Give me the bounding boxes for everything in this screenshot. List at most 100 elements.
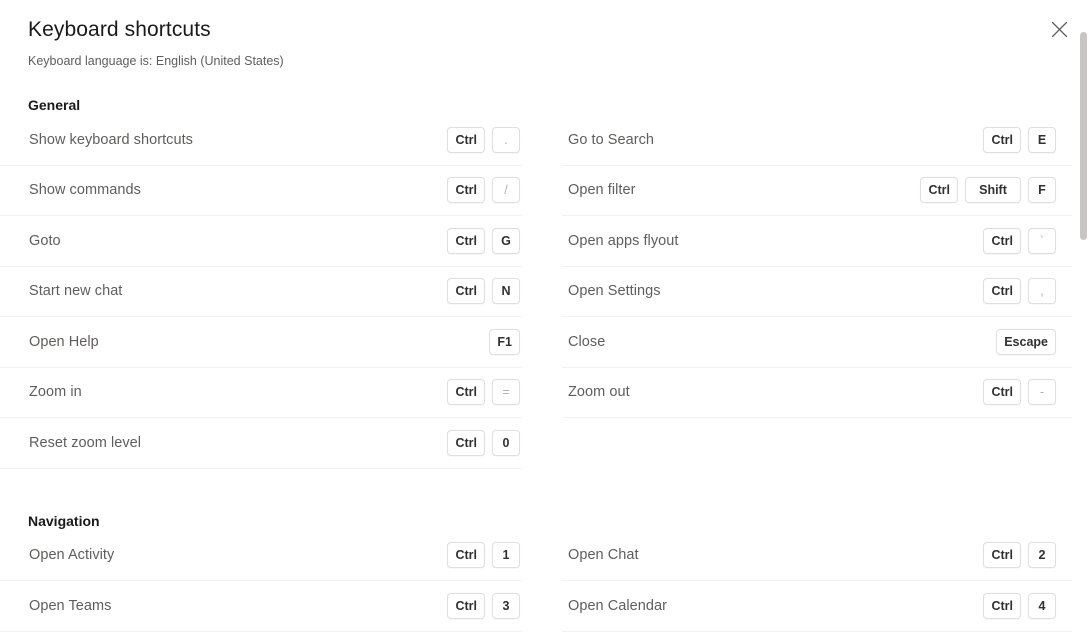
key-chip: F1 bbox=[489, 328, 520, 355]
key-chip: Ctrl bbox=[447, 429, 485, 456]
key-chip: - bbox=[1028, 379, 1056, 406]
key-chip: 3 bbox=[492, 592, 520, 619]
shortcut-label: Open Teams bbox=[29, 597, 112, 614]
shortcut-keys: Ctrl. bbox=[447, 126, 520, 153]
key-chip: Escape bbox=[996, 328, 1056, 355]
shortcut-row: Open Calendar Ctrl 4 bbox=[562, 581, 1072, 632]
shortcut-row: Open Activity Ctrl 1 bbox=[0, 531, 522, 581]
page-title: Keyboard shortcuts bbox=[28, 18, 211, 41]
shortcut-label: Start new chat bbox=[29, 283, 123, 300]
shortcut-keys: Escape bbox=[996, 328, 1056, 355]
shortcut-keys: Ctrl 2 bbox=[983, 542, 1056, 569]
shortcut-row: Start new chat Ctrl N bbox=[0, 267, 522, 317]
scrollbar-track[interactable] bbox=[1076, 0, 1090, 643]
key-chip: Ctrl bbox=[983, 379, 1021, 406]
key-chip: Ctrl bbox=[447, 592, 485, 619]
key-chip: = bbox=[492, 379, 520, 406]
shortcut-label: Zoom in bbox=[29, 384, 82, 401]
shortcut-label: Show keyboard shortcuts bbox=[29, 131, 193, 148]
shortcut-label: Go to Search bbox=[568, 131, 655, 148]
shortcut-row-empty bbox=[562, 418, 1072, 469]
key-chip: Shift bbox=[965, 177, 1021, 204]
shortcut-row: Open Teams Ctrl 3 bbox=[0, 581, 522, 632]
shortcut-row: Open apps flyout Ctrl ` bbox=[562, 216, 1072, 267]
shortcut-keys: Ctrl / bbox=[447, 177, 520, 204]
keyboard-language-text: Keyboard language is: English (United St… bbox=[28, 54, 284, 68]
key-chip: , bbox=[1028, 278, 1056, 305]
key-chip: N bbox=[492, 278, 520, 305]
key-chip: Ctrl bbox=[447, 177, 485, 204]
key-chip: ` bbox=[1028, 227, 1056, 254]
shortcut-row: Show keyboard shortcuts Ctrl. bbox=[0, 115, 522, 166]
key-chip: Ctrl bbox=[983, 126, 1021, 153]
key-chip: 0 bbox=[492, 429, 520, 456]
shortcut-label: Open Calendar bbox=[568, 597, 667, 614]
section-heading-navigation: Navigation bbox=[28, 512, 100, 529]
shortcut-keys: Ctrl 0 bbox=[447, 429, 520, 456]
key-chip: 4 bbox=[1028, 592, 1056, 619]
key-chip: Ctrl bbox=[983, 278, 1021, 305]
key-chip: . bbox=[492, 126, 520, 153]
shortcut-label: Open filter bbox=[568, 182, 636, 199]
shortcut-label: Open Help bbox=[29, 333, 99, 350]
scrollbar-thumb[interactable] bbox=[1080, 32, 1087, 240]
shortcut-keys: Ctrl Shift F bbox=[920, 177, 1056, 204]
key-chip: / bbox=[492, 177, 520, 204]
shortcut-row: Reset zoom level Ctrl 0 bbox=[0, 418, 522, 469]
shortcut-label: Show commands bbox=[29, 182, 141, 199]
key-chip: E bbox=[1028, 126, 1056, 153]
shortcut-row: Open filter Ctrl Shift F bbox=[562, 166, 1072, 216]
shortcut-label: Close bbox=[568, 333, 606, 350]
key-chip: Ctrl bbox=[983, 542, 1021, 569]
section-navigation-grid: Open Activity Ctrl 1 Open Teams Ctrl 3 Open C… bbox=[0, 531, 1072, 632]
key-chip: Ctrl bbox=[983, 592, 1021, 619]
shortcut-row: Close Escape bbox=[562, 317, 1072, 368]
key-chip: Ctrl bbox=[447, 227, 485, 254]
shortcut-keys: Ctrl ` bbox=[983, 227, 1056, 254]
navigation-left-column: Open Activity Ctrl 1 Open Teams Ctrl 3 bbox=[0, 531, 522, 632]
shortcut-row: Goto Ctrl G bbox=[0, 216, 522, 267]
shortcut-row: Go to Search Ctrl E bbox=[562, 115, 1072, 166]
key-chip: Ctrl bbox=[920, 177, 958, 204]
shortcut-row: Open Chat Ctrl 2 bbox=[562, 531, 1072, 581]
close-button[interactable] bbox=[1042, 12, 1076, 46]
keyboard-shortcuts-dialog: Keyboard shortcuts Keyboard language is:… bbox=[0, 0, 1090, 643]
shortcut-keys: Ctrl N bbox=[447, 278, 520, 305]
shortcut-keys: Ctrl 1 bbox=[447, 542, 520, 569]
shortcut-row: Open Help F1 bbox=[0, 317, 522, 368]
shortcut-keys: Ctrl - bbox=[983, 379, 1056, 406]
shortcut-row: Zoom out Ctrl - bbox=[562, 368, 1072, 418]
shortcut-keys: Ctrl = bbox=[447, 379, 520, 406]
key-chip: Ctrl bbox=[447, 379, 485, 406]
key-chip: 2 bbox=[1028, 542, 1056, 569]
close-icon bbox=[1051, 21, 1068, 38]
key-chip: G bbox=[492, 227, 520, 254]
shortcut-label: Open Chat bbox=[568, 547, 639, 564]
shortcut-label: Goto bbox=[29, 232, 61, 249]
key-chip: Ctrl bbox=[447, 542, 485, 569]
shortcut-label: Open apps flyout bbox=[568, 232, 679, 249]
shortcut-keys: F1 bbox=[489, 328, 520, 355]
shortcut-row: Show commands Ctrl / bbox=[0, 166, 522, 216]
shortcut-label: Open Settings bbox=[568, 283, 661, 300]
key-chip: Ctrl bbox=[447, 126, 485, 153]
shortcut-keys: Ctrl 3 bbox=[447, 592, 520, 619]
key-chip: Ctrl bbox=[983, 227, 1021, 254]
key-chip: F bbox=[1028, 177, 1056, 204]
shortcut-keys: Ctrl G bbox=[447, 227, 520, 254]
shortcut-keys: Ctrl E bbox=[983, 126, 1056, 153]
shortcuts-scroll-area[interactable]: General Show keyboard shortcuts Ctrl. Show… bbox=[0, 86, 1072, 643]
section-general-grid: Show keyboard shortcuts Ctrl. Show command… bbox=[0, 115, 1072, 469]
general-right-column: Go to Search Ctrl E Open filter Ctrl Shift F Op… bbox=[562, 115, 1072, 469]
shortcut-label: Reset zoom level bbox=[29, 434, 142, 451]
key-chip: 1 bbox=[492, 542, 520, 569]
shortcut-keys: Ctrl 4 bbox=[983, 592, 1056, 619]
section-heading-general: General bbox=[28, 97, 81, 113]
shortcut-row: Zoom in Ctrl = bbox=[0, 368, 522, 418]
key-chip: Ctrl bbox=[447, 278, 485, 305]
shortcut-label: Open Activity bbox=[29, 547, 115, 564]
shortcut-label: Zoom out bbox=[568, 384, 630, 401]
shortcut-keys: Ctrl, bbox=[983, 278, 1056, 305]
general-left-column: Show keyboard shortcuts Ctrl. Show command… bbox=[0, 115, 522, 469]
